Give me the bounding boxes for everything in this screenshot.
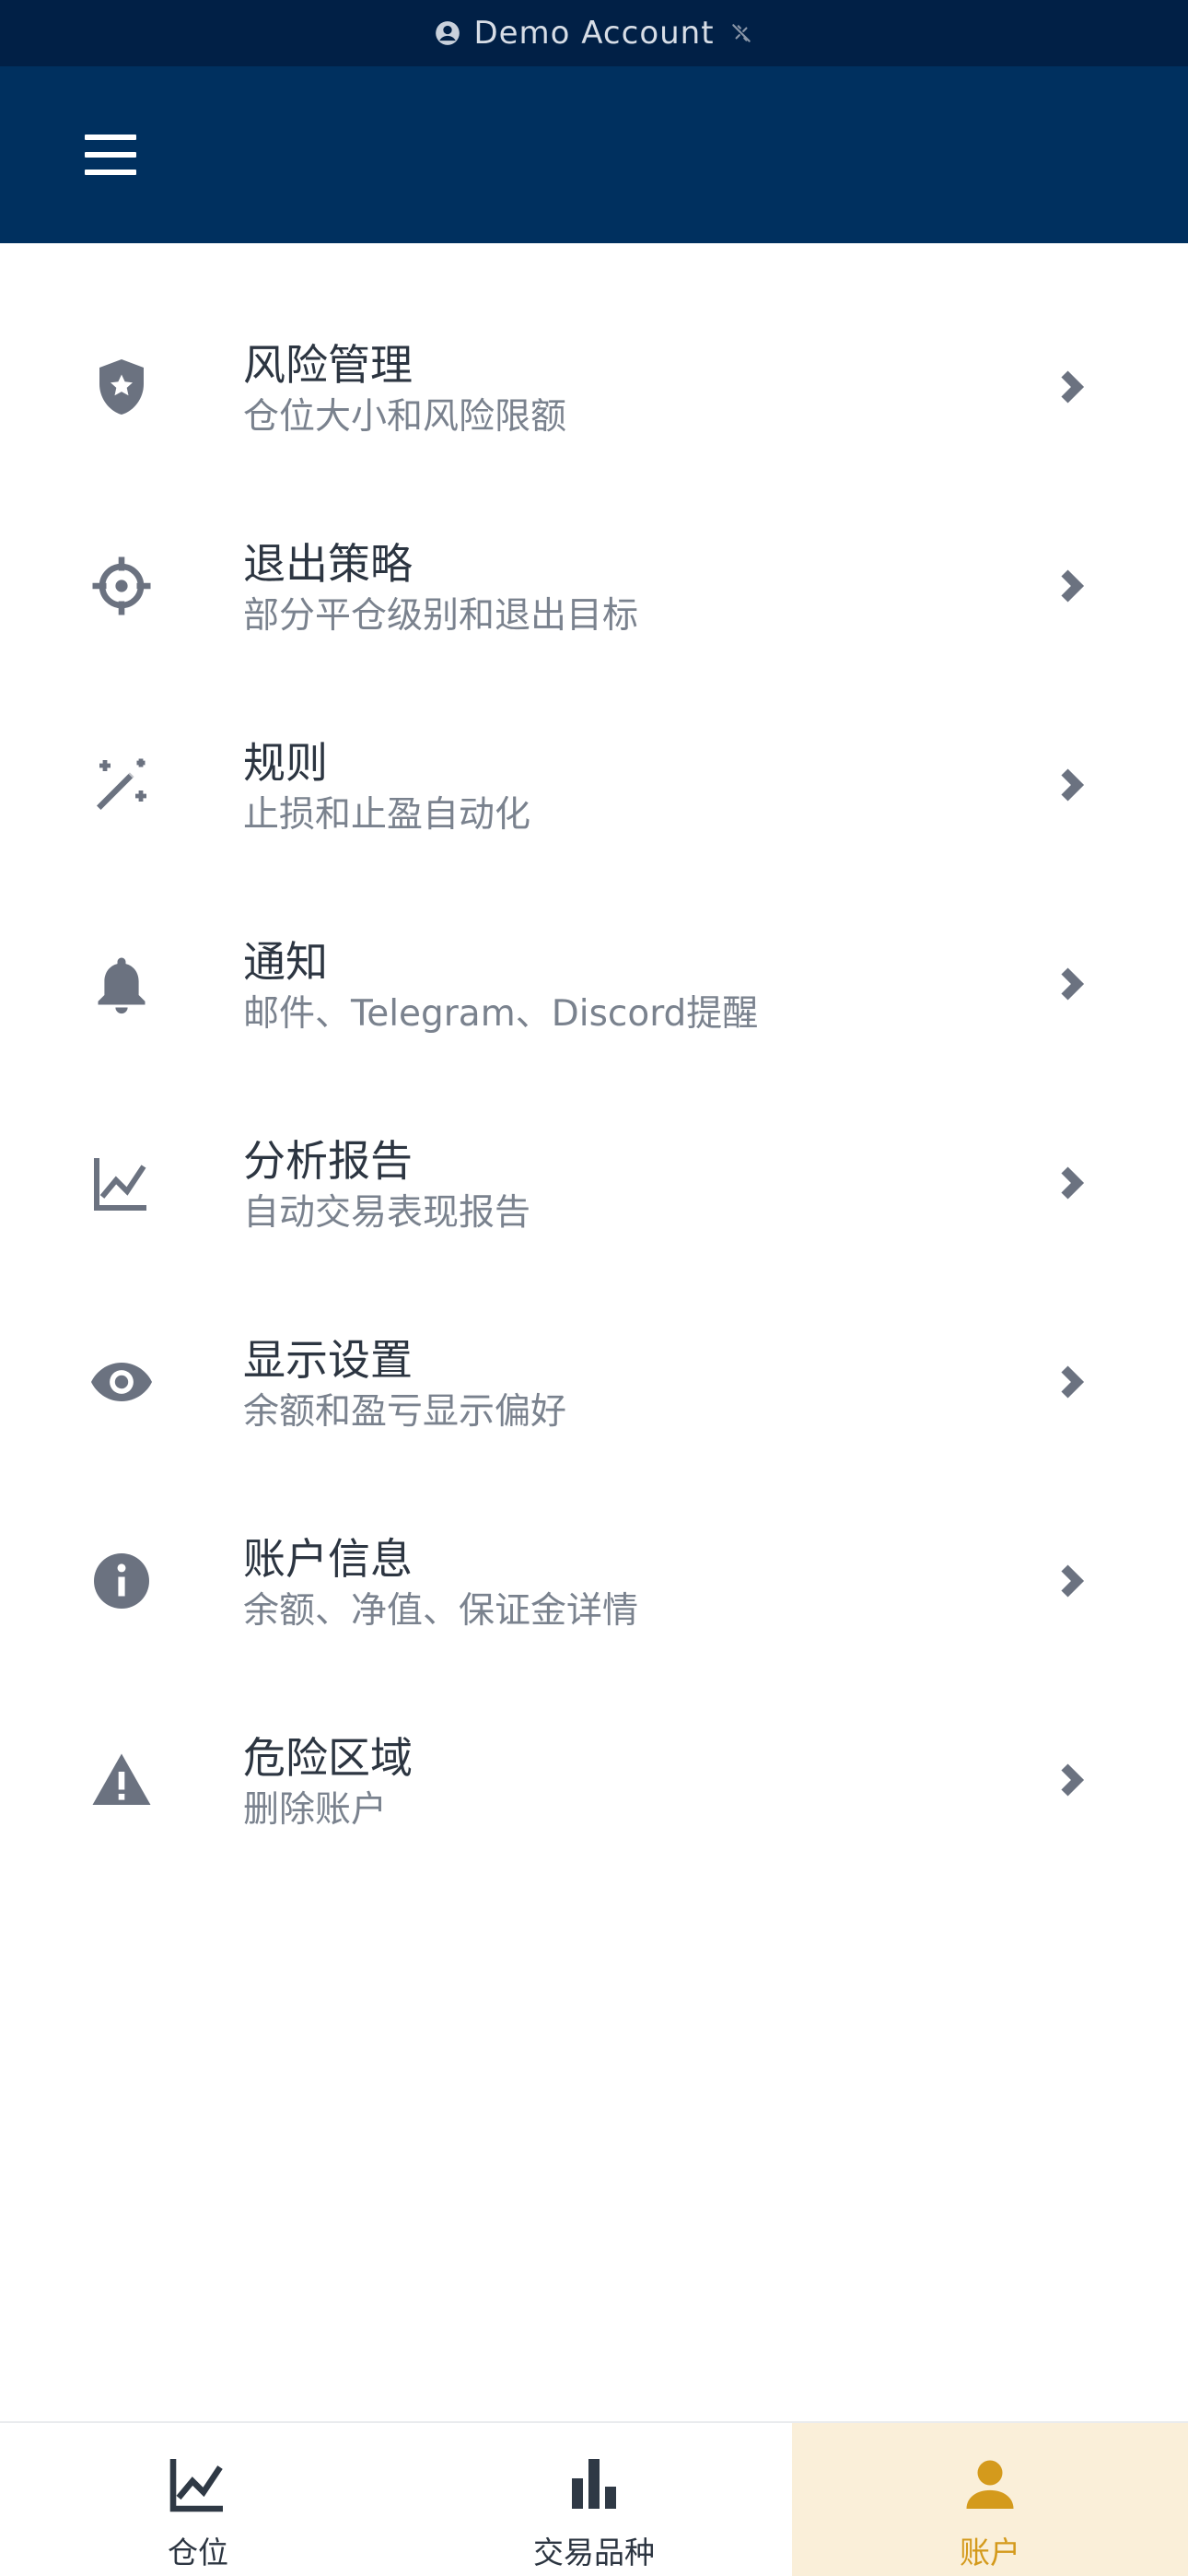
menu-item-subtitle: 余额和盈亏显示偏好 [243, 1391, 567, 1433]
app-header [0, 66, 1188, 243]
shield-star-icon [85, 350, 158, 424]
menu-item-title: 危险区域 [243, 1733, 413, 1783]
tab-account[interactable]: 账户 [792, 2423, 1188, 2576]
tab-label: 仓位 [168, 2535, 228, 2570]
menu-item-title: 退出策略 [243, 539, 413, 589]
menu-item-analytics-reports[interactable]: 分析报告 自动交易表现报告 [0, 1083, 1188, 1282]
menu-item-subtitle: 余额、净值、保证金详情 [243, 1590, 639, 1632]
menu-item-title: 通知 [243, 937, 328, 987]
chevron-right-icon [1059, 1166, 1085, 1200]
menu-item-display-settings[interactable]: 显示设置 余额和盈亏显示偏好 [0, 1282, 1188, 1481]
menu-item-subtitle: 仓位大小和风险限额 [243, 396, 567, 438]
settings-menu: 风险管理 仓位大小和风险限额 退出策略 部分平仓级别和退出目标 规则 止损和止盈… [0, 287, 1188, 1879]
line-chart-icon [85, 1146, 158, 1220]
tab-instruments[interactable]: 交易品种 [396, 2423, 792, 2576]
menu-item-risk-management[interactable]: 风险管理 仓位大小和风险限额 [0, 287, 1188, 486]
menu-item-title: 规则 [243, 738, 328, 788]
link-off-icon [731, 24, 751, 42]
bottom-tab-bar: 仓位 交易品种 账户 [0, 2421, 1188, 2576]
eye-icon [85, 1345, 158, 1419]
account-circle-icon [436, 21, 460, 45]
chevron-right-icon [1059, 1365, 1085, 1399]
menu-item-danger-zone[interactable]: 危险区域 删除账户 [0, 1680, 1188, 1879]
status-bar: Demo Account [0, 0, 1188, 66]
menu-item-subtitle: 自动交易表现报告 [243, 1192, 531, 1234]
person-icon [957, 2451, 1023, 2517]
menu-item-exit-strategy[interactable]: 退出策略 部分平仓级别和退出目标 [0, 486, 1188, 685]
menu-item-notifications[interactable]: 通知 邮件、Telegram、Discord提醒 [0, 884, 1188, 1083]
chevron-right-icon [1059, 768, 1085, 802]
bar-chart-icon [561, 2451, 627, 2517]
menu-item-account-info[interactable]: 账户信息 余额、净值、保证金详情 [0, 1481, 1188, 1680]
chevron-right-icon [1059, 1763, 1085, 1797]
menu-item-subtitle: 部分平仓级别和退出目标 [243, 595, 639, 637]
menu-item-title: 风险管理 [243, 340, 413, 390]
crosshair-icon [85, 549, 158, 623]
line-chart-icon [165, 2451, 231, 2517]
tab-label: 账户 [960, 2535, 1020, 2570]
chevron-right-icon [1059, 967, 1085, 1001]
menu-item-subtitle: 止损和止盈自动化 [243, 794, 531, 836]
magic-wand-icon [85, 748, 158, 822]
info-icon [85, 1544, 158, 1618]
tab-positions[interactable]: 仓位 [0, 2423, 396, 2576]
menu-item-title: 分析报告 [243, 1136, 413, 1186]
bell-icon [85, 947, 158, 1021]
warning-icon [85, 1743, 158, 1817]
menu-item-rules[interactable]: 规则 止损和止盈自动化 [0, 685, 1188, 884]
menu-icon[interactable] [85, 135, 136, 175]
tab-label: 交易品种 [533, 2535, 655, 2570]
menu-item-subtitle: 删除账户 [243, 1789, 388, 1831]
menu-item-title: 账户信息 [243, 1534, 413, 1584]
chevron-right-icon [1059, 1564, 1085, 1598]
chevron-right-icon [1059, 569, 1085, 603]
menu-item-subtitle: 邮件、Telegram、Discord提醒 [243, 993, 759, 1035]
chevron-right-icon [1059, 370, 1085, 404]
menu-item-title: 显示设置 [243, 1335, 413, 1385]
account-mode-label: Demo Account [473, 15, 715, 52]
